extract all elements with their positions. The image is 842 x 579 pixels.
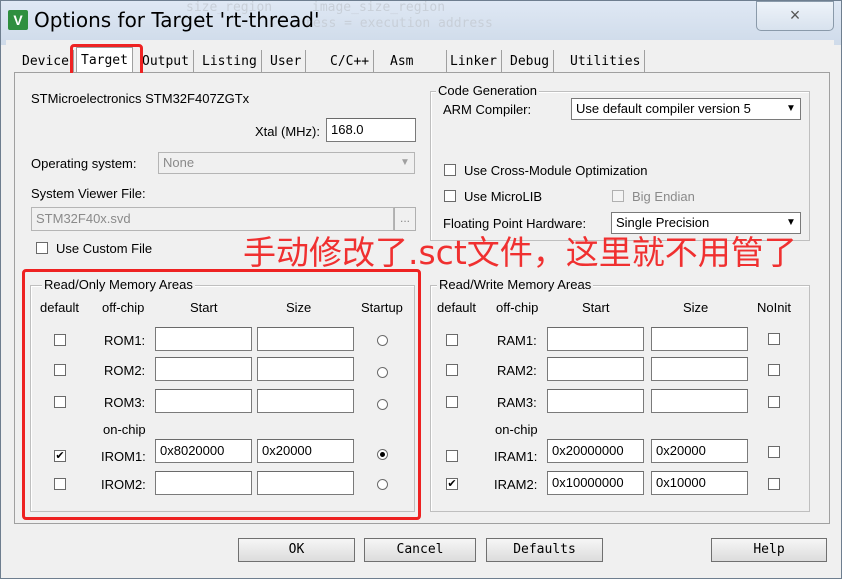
- use-custom-file-label: Use Custom File: [56, 241, 153, 256]
- ram1-noinit-checkbox[interactable]: [768, 333, 780, 345]
- tab-asm[interactable]: Asm: [386, 50, 447, 72]
- compiler-label: ARM Compiler:: [443, 102, 532, 117]
- ram2-noinit-checkbox[interactable]: [768, 364, 780, 376]
- cancel-button[interactable]: Cancel: [364, 538, 476, 562]
- ram-onchip-label: on-chip: [495, 422, 538, 437]
- ram2-default-checkbox[interactable]: [446, 364, 458, 376]
- window-title: Options for Target 'rt-thread': [34, 8, 320, 32]
- os-label: Operating system:: [31, 156, 137, 171]
- ram2-label: RAM2:: [497, 363, 537, 378]
- ram3-noinit-checkbox[interactable]: [768, 396, 780, 408]
- code-generation-title: Code Generation: [436, 83, 540, 98]
- tab-listing[interactable]: Listing: [198, 50, 262, 72]
- annotation-text: 手动修改了.sct文件，这里就不用管了: [243, 233, 797, 272]
- tab-user[interactable]: User: [266, 50, 307, 72]
- big-endian-checkbox[interactable]: [612, 190, 624, 202]
- iram1-start-input[interactable]: 0x20000000: [547, 439, 644, 463]
- os-select-value: None: [163, 155, 195, 170]
- close-button[interactable]: ×: [756, 1, 834, 31]
- tab-output[interactable]: Output: [138, 50, 194, 72]
- ram-offchip-header: off-chip: [496, 300, 539, 315]
- xtal-input[interactable]: 168.0: [326, 118, 416, 142]
- os-select[interactable]: None ▼: [158, 152, 415, 174]
- ram2-size-input[interactable]: [651, 357, 748, 381]
- ram-group-title: Read/Write Memory Areas: [437, 277, 594, 292]
- microlib-checkbox[interactable]: [444, 190, 456, 202]
- defaults-button[interactable]: Defaults: [486, 538, 603, 562]
- tab-utilities[interactable]: Utilities: [566, 50, 646, 72]
- chevron-down-icon: ▼: [400, 157, 410, 168]
- iram2-noinit-checkbox[interactable]: [768, 478, 780, 490]
- keil-app-icon: V: [8, 10, 28, 30]
- tab-debug[interactable]: Debug: [506, 50, 555, 72]
- microlib-label: Use MicroLIB: [464, 189, 543, 204]
- ram3-size-input[interactable]: [651, 389, 748, 413]
- background-code-line: image_size_region: [312, 0, 446, 15]
- big-endian-label: Big Endian: [632, 189, 695, 204]
- background-code-line: ress = execution address: [305, 16, 493, 31]
- iram1-default-checkbox[interactable]: [446, 450, 458, 462]
- iram2-label: IRAM2:: [494, 477, 538, 492]
- ram1-start-input[interactable]: [547, 327, 644, 351]
- iram2-default-checkbox[interactable]: ✔: [446, 478, 458, 490]
- compiler-select[interactable]: Use default compiler version 5 ▼: [571, 98, 801, 120]
- ram1-label: RAM1:: [497, 333, 537, 348]
- iram1-label: IRAM1:: [494, 449, 538, 464]
- ram1-default-checkbox[interactable]: [446, 334, 458, 346]
- iram2-size-input[interactable]: 0x10000: [651, 471, 748, 495]
- tab-device[interactable]: Device: [18, 50, 74, 72]
- cross-module-label: Use Cross-Module Optimization: [464, 163, 648, 178]
- chevron-down-icon: ▼: [786, 103, 796, 114]
- ram1-size-input[interactable]: [651, 327, 748, 351]
- iram1-size-input[interactable]: 0x20000: [651, 439, 748, 463]
- ram3-label: RAM3:: [497, 395, 537, 410]
- ok-button[interactable]: OK: [238, 538, 355, 562]
- ram-start-header: Start: [582, 300, 610, 315]
- use-custom-file-checkbox[interactable]: [36, 242, 48, 254]
- iram2-start-input[interactable]: 0x10000000: [547, 471, 644, 495]
- cross-module-checkbox[interactable]: [444, 164, 456, 176]
- ram-size-header: Size: [683, 300, 709, 315]
- ram3-default-checkbox[interactable]: [446, 396, 458, 408]
- compiler-select-value: Use default compiler version 5: [576, 101, 751, 116]
- sysviewer-label: System Viewer File:: [31, 186, 146, 201]
- iram1-noinit-checkbox[interactable]: [768, 446, 780, 458]
- help-button[interactable]: Help: [711, 538, 827, 562]
- rom-area-highlight: [22, 269, 421, 520]
- ram3-start-input[interactable]: [547, 389, 644, 413]
- tab-linker[interactable]: Linker: [446, 50, 502, 72]
- xtal-label: Xtal (MHz):: [255, 124, 320, 139]
- tab-c-cpp[interactable]: C/C++: [326, 50, 375, 72]
- ram-noinit-header: NoInit: [757, 300, 791, 315]
- device-name: STMicroelectronics STM32F407ZGTx: [31, 91, 250, 106]
- ram2-start-input[interactable]: [547, 357, 644, 381]
- ram-default-header: default: [437, 300, 477, 315]
